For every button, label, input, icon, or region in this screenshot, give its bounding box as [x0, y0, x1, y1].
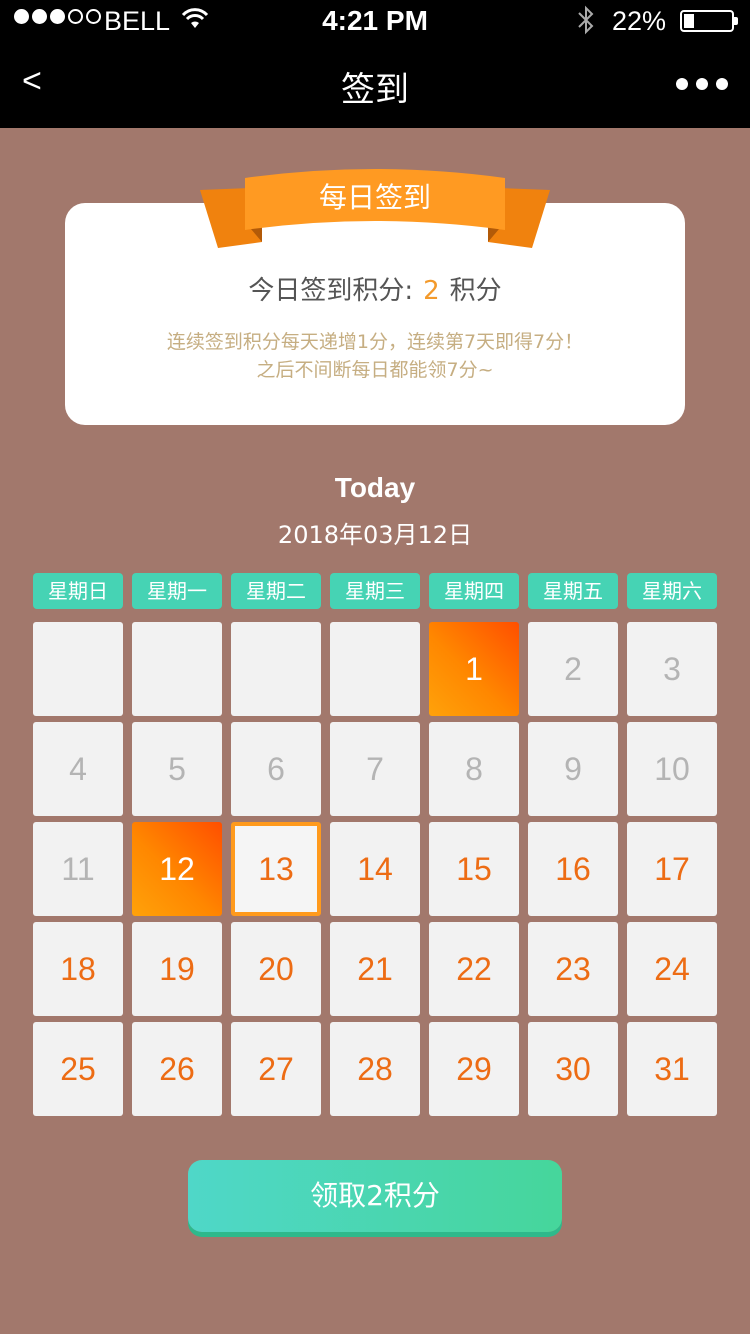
weekday-label: 星期一 [132, 573, 222, 609]
today-heading: Today [334, 472, 416, 503]
calendar-day-17[interactable]: 17 [627, 822, 717, 916]
calendar-day-16[interactable]: 16 [528, 822, 618, 916]
current-date: 2018年03月12日 [277, 521, 473, 549]
calendar-day-10[interactable]: 10 [627, 722, 717, 816]
calendar-day-19[interactable]: 19 [132, 922, 222, 1016]
calendar-day-1[interactable]: 1 [429, 622, 519, 716]
calendar-blank-cell [330, 622, 420, 716]
ribbon-banner: 每日签到 [200, 160, 550, 255]
calendar-day-22[interactable]: 22 [429, 922, 519, 1016]
calendar-day-15[interactable]: 15 [429, 822, 519, 916]
claim-points-button[interactable]: 领取2积分 [188, 1160, 562, 1232]
calendar-day-6[interactable]: 6 [231, 722, 321, 816]
today-points-line: 今日签到积分: 2 积分 [65, 270, 685, 307]
calendar-blank-cell [132, 622, 222, 716]
weekday-label: 星期三 [330, 573, 420, 609]
battery-fill [684, 14, 694, 28]
more-options-icon[interactable] [676, 78, 728, 90]
calendar-grid: 1 2 3 4 5 6 7 8 9 10 11 12 13 14 15 16 17 18 19 20 21 22 23 24 2… [33, 622, 717, 1116]
bluetooth-icon [576, 4, 596, 43]
calendar-day-27[interactable]: 27 [231, 1022, 321, 1116]
battery-icon [680, 10, 738, 32]
calendar-day-3[interactable]: 3 [627, 622, 717, 716]
weekday-label: 星期六 [627, 573, 717, 609]
points-value: 2 [423, 276, 440, 306]
description-line-2: 之后不间断每日都能领7分~ [256, 359, 494, 381]
weekday-label: 星期日 [33, 573, 123, 609]
points-prefix: 今日签到积分: [248, 276, 414, 306]
ribbon-label: 每日签到 [318, 181, 431, 214]
calendar-day-20[interactable]: 20 [231, 922, 321, 1016]
calendar-blank-cell [231, 622, 321, 716]
calendar-day-14[interactable]: 14 [330, 822, 420, 916]
points-suffix: 积分 [449, 276, 502, 306]
calendar-blank-cell [33, 622, 123, 716]
calendar-day-23[interactable]: 23 [528, 922, 618, 1016]
calendar-day-28[interactable]: 28 [330, 1022, 420, 1116]
page-title: 签到 [341, 70, 409, 110]
battery-percent: 22% [612, 6, 667, 36]
calendar-day-29[interactable]: 29 [429, 1022, 519, 1116]
calendar-day-4[interactable]: 4 [33, 722, 123, 816]
calendar-day-11[interactable]: 11 [33, 822, 123, 916]
weekday-label: 星期二 [231, 573, 321, 609]
calendar-day-9[interactable]: 9 [528, 722, 618, 816]
weekday-label: 星期五 [528, 573, 618, 609]
calendar-day-8[interactable]: 8 [429, 722, 519, 816]
calendar-day-26[interactable]: 26 [132, 1022, 222, 1116]
status-bar: BELL 4:21 PM 22% [0, 0, 750, 40]
calendar-day-21[interactable]: 21 [330, 922, 420, 1016]
calendar-day-25[interactable]: 25 [33, 1022, 123, 1116]
weekday-label: 星期四 [429, 573, 519, 609]
calendar-day-30[interactable]: 30 [528, 1022, 618, 1116]
calendar-day-7[interactable]: 7 [330, 722, 420, 816]
calendar-day-24[interactable]: 24 [627, 922, 717, 1016]
points-description: 连续签到积分每天递增1分，连续第7天即得7分！ 之后不间断每日都能领7分~ [65, 328, 685, 384]
calendar-day-12[interactable]: 12 [132, 822, 222, 916]
calendar-day-31[interactable]: 31 [627, 1022, 717, 1116]
calendar-day-5[interactable]: 5 [132, 722, 222, 816]
weekday-header: 星期日 星期一 星期二 星期三 星期四 星期五 星期六 [33, 573, 717, 609]
calendar-day-18[interactable]: 18 [33, 922, 123, 1016]
description-line-1: 连续签到积分每天递增1分，连续第7天即得7分！ [166, 331, 584, 353]
calendar-day-2[interactable]: 2 [528, 622, 618, 716]
calendar-day-13[interactable]: 13 [231, 822, 321, 916]
navigation-bar: < 签到 [0, 40, 750, 128]
